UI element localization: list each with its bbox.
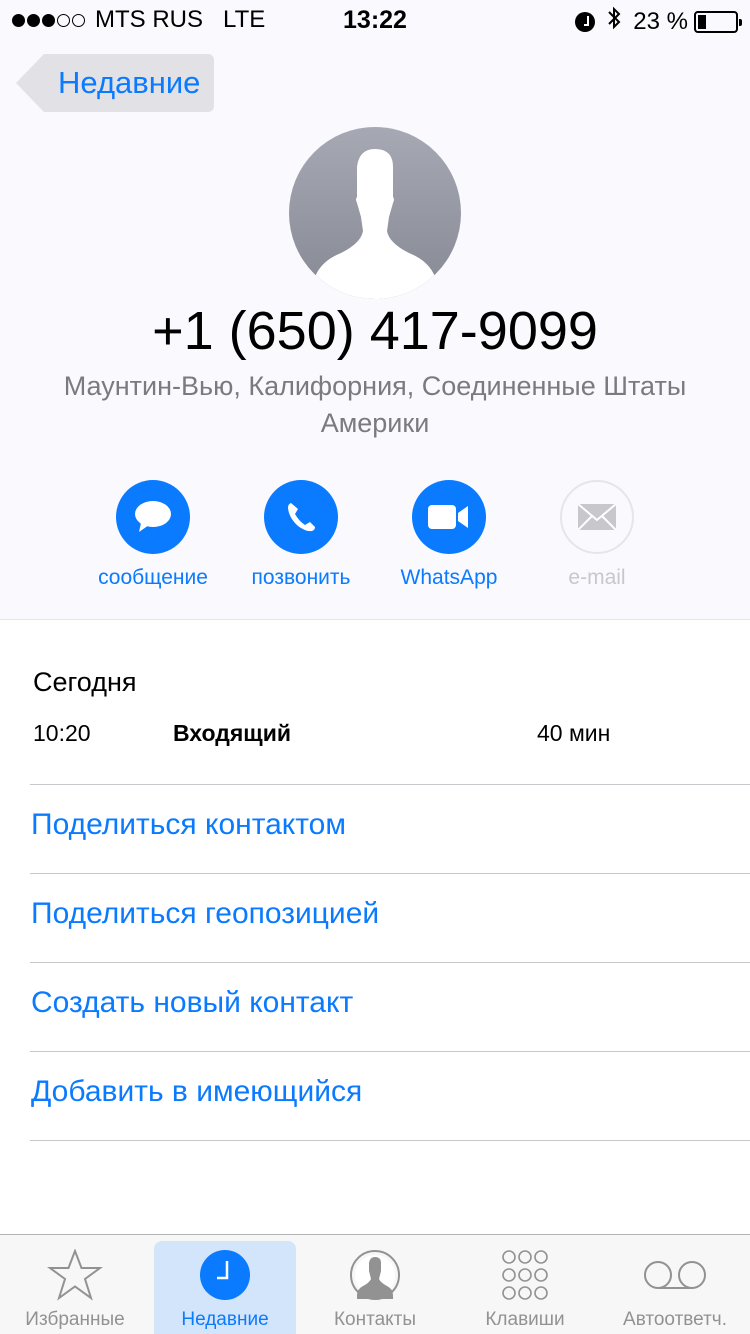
status-bar: MTS RUS LTE 13:22 23 % <box>0 0 750 40</box>
tab-bar: Избранные Недавние Контакты Клавиши Авто… <box>0 1234 750 1334</box>
tab-label: Недавние <box>181 1309 269 1330</box>
divider <box>30 1051 750 1052</box>
tab-label: Контакты <box>333 1309 417 1330</box>
message-bubble-icon <box>135 501 171 532</box>
call-duration: 40 мин <box>537 720 611 746</box>
envelope-icon <box>578 504 616 530</box>
contact-location: Маунтин-Вью, Калифорния, Соединенные Шта… <box>63 371 687 438</box>
clock-icon <box>200 1250 250 1300</box>
tab-favorites[interactable]: Избранные <box>0 1235 150 1334</box>
back-arrow-icon <box>16 54 44 112</box>
status-right: 23 % <box>575 6 742 37</box>
divider <box>30 962 750 963</box>
back-button[interactable]: Недавние <box>16 54 215 112</box>
tab-label: Избранные <box>25 1309 125 1330</box>
email-label: e-mail <box>568 566 626 589</box>
battery-percent: 23 % <box>633 7 688 35</box>
tab-label: Клавиши <box>485 1309 565 1330</box>
divider <box>30 873 750 874</box>
divider <box>30 1140 750 1141</box>
keypad-icon <box>502 1250 548 1300</box>
voicemail-icon <box>644 1261 706 1289</box>
star-icon <box>47 1249 103 1301</box>
history-date-header: Сегодня <box>33 667 137 697</box>
tab-voicemail[interactable]: Автоответч. <box>600 1235 750 1334</box>
call-time: 10:20 <box>33 720 91 746</box>
whatsapp-button[interactable]: WhatsApp <box>374 480 524 590</box>
share-location-link[interactable]: Поделиться геопозицией <box>31 897 379 931</box>
alarm-clock-icon <box>575 11 596 32</box>
battery-icon <box>694 10 742 33</box>
call-label: позвонить <box>251 566 351 589</box>
call-type: Входящий <box>173 720 291 746</box>
message-label: сообщение <box>98 566 208 589</box>
share-contact-link[interactable]: Поделиться контактом <box>31 808 346 842</box>
person-silhouette-icon <box>289 127 461 299</box>
contact-icon <box>350 1250 400 1300</box>
video-camera-icon <box>428 505 468 529</box>
divider <box>30 784 750 785</box>
create-contact-link[interactable]: Создать новый контакт <box>31 986 353 1020</box>
call-button[interactable]: позвонить <box>226 480 376 590</box>
tab-contacts[interactable]: Контакты <box>300 1235 450 1334</box>
phone-number: +1 (650) 417-9099 <box>152 301 598 361</box>
tab-recents[interactable]: Недавние <box>150 1235 300 1334</box>
battery-level-fill <box>698 14 707 29</box>
email-button[interactable]: e-mail <box>522 480 672 590</box>
phone-icon <box>288 503 315 532</box>
tab-keypad[interactable]: Клавиши <box>450 1235 600 1334</box>
tab-label: Автоответч. <box>623 1309 727 1330</box>
bluetooth-icon <box>607 6 621 37</box>
add-to-existing-link[interactable]: Добавить в имеющийся <box>31 1075 362 1109</box>
message-button[interactable]: сообщение <box>78 480 228 590</box>
whatsapp-label: WhatsApp <box>400 566 498 589</box>
back-button-label: Недавние <box>44 54 215 112</box>
